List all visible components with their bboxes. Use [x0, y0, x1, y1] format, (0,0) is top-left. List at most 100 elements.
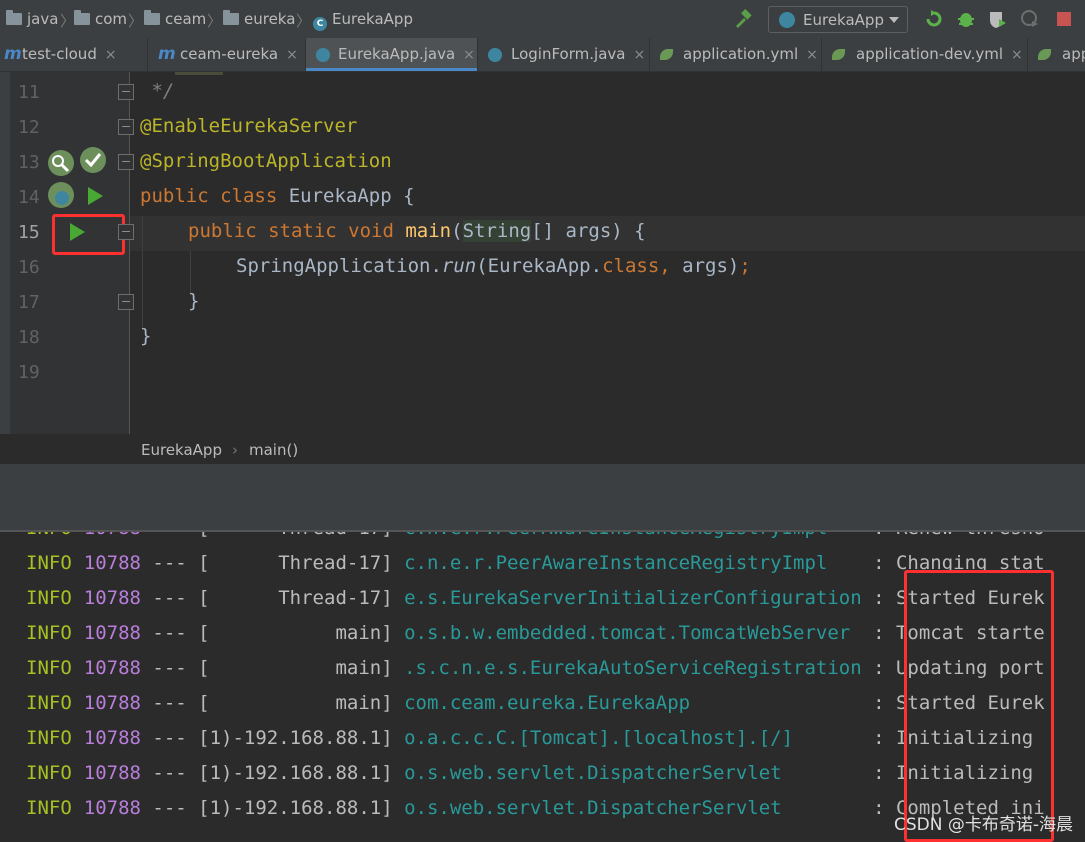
debug-bug-icon[interactable]	[956, 9, 976, 29]
breadcrumb-separator: ›	[232, 441, 238, 459]
close-icon[interactable]: ×	[286, 47, 298, 63]
close-icon[interactable]: ×	[105, 47, 117, 63]
code-line-16: SpringApplication.run(EurekaApp.class, a…	[236, 255, 751, 277]
fold-marker[interactable]	[118, 84, 134, 100]
code-line-14: public class EurekaApp {	[140, 185, 415, 207]
log-logger: c.n.e.r.PeerAwareInstanceRegistryImpl	[404, 532, 827, 539]
code-semicolon: ;	[739, 255, 751, 277]
close-icon[interactable]: ×	[1011, 47, 1023, 63]
indent-guide	[190, 251, 191, 293]
spring-bean-search-icon[interactable]	[48, 150, 74, 176]
fold-marker[interactable]	[118, 224, 134, 240]
coverage-shield-icon[interactable]	[988, 9, 1008, 29]
close-icon[interactable]: ×	[633, 47, 645, 63]
log-logger: o.a.c.c.C.[Tomcat].[localhost].[/]	[404, 727, 794, 749]
folder-icon	[74, 10, 90, 25]
log-pid: 10788	[83, 552, 141, 574]
log-space	[393, 797, 404, 819]
code-params: [] args) {	[531, 220, 646, 242]
log-separator: ---	[140, 797, 199, 819]
console-log-line: INFO 10788 --- [ main] com.ceam.eureka.Eu…	[26, 692, 1045, 714]
log-separator: ---	[140, 727, 199, 749]
breadcrumb-class[interactable]: EurekaApp	[141, 441, 222, 459]
log-separator: ---	[140, 587, 199, 609]
tab-label: EurekaApp.java	[338, 45, 456, 63]
breadcrumb-java[interactable]: java	[6, 0, 58, 38]
fold-marker[interactable]	[118, 154, 134, 170]
tab-test-cloud[interactable]: m test-cloud ×	[0, 38, 148, 71]
log-level: INFO	[26, 587, 72, 609]
console-log-line: INFO 10788 --- [1)-192.168.88.1] o.s.web.…	[26, 797, 1045, 819]
log-pid: 10788	[83, 797, 141, 819]
console-log-line: INFO 10788 --- [ Thread-17] e.s.EurekaSer…	[26, 587, 1045, 609]
class-icon: C	[313, 17, 327, 31]
spring-config-icon[interactable]	[80, 147, 106, 173]
log-thread: [ main]	[198, 657, 393, 679]
tab-application-dev-yml[interactable]: application-dev.yml ×	[822, 38, 1028, 71]
log-thread: [1)-192.168.88.1]	[198, 797, 393, 819]
rerun-icon[interactable]	[924, 9, 944, 29]
log-thread: [ Thread-17]	[198, 532, 392, 539]
indent-guide	[142, 216, 143, 328]
code-keyword: class	[602, 255, 660, 277]
close-icon[interactable]: ×	[463, 47, 475, 63]
log-thread: [ Thread-17]	[198, 587, 393, 609]
profiler-icon[interactable]	[1020, 9, 1040, 29]
log-logger: .s.c.n.e.s.EurekaAutoServiceRegistration	[404, 657, 862, 679]
log-thread: [ Thread-17]	[198, 552, 393, 574]
breadcrumb-eurekaapp[interactable]: C EurekaApp	[313, 0, 413, 38]
log-pid: 10788	[83, 762, 141, 784]
log-level: INFO	[26, 532, 72, 539]
breadcrumb-method[interactable]: main()	[249, 441, 298, 459]
breadcrumb-com[interactable]: com	[74, 0, 127, 38]
code-arg: args)	[682, 255, 740, 277]
breadcrumb-ceam[interactable]: ceam	[144, 0, 206, 38]
build-hammer-icon[interactable]	[733, 9, 753, 29]
spring-boot-class-icon[interactable]	[48, 182, 74, 208]
tab-app[interactable]: app	[1028, 38, 1085, 71]
log-space	[393, 692, 404, 714]
line-number: 19	[18, 362, 40, 383]
tab-loginform-java[interactable]: LoginForm.java ×	[478, 38, 650, 71]
tab-eurekaapp-java[interactable]: EurekaApp.java ×	[306, 38, 478, 71]
editor-breadcrumb: EurekaApp › main()	[0, 434, 1085, 464]
log-pid: 10788	[83, 692, 141, 714]
navigation-bar: java 〉 com 〉 ceam 〉 eureka 〉 C EurekaApp …	[0, 0, 1085, 39]
log-space	[393, 762, 404, 784]
console-log-line: INFO 10788 --- [ main] o.s.b.w.embedded.t…	[26, 622, 1045, 644]
tab-ceam-eureka[interactable]: m ceam-eureka ×	[148, 38, 306, 71]
log-level: INFO	[26, 622, 72, 644]
tab-label: ceam-eureka	[180, 45, 279, 63]
tab-label: application-dev.yml	[856, 45, 1004, 63]
line-number: 15	[18, 222, 40, 243]
log-pid: 10788	[83, 657, 141, 679]
fold-marker[interactable]	[118, 294, 134, 310]
tab-application-yml[interactable]: application.yml ×	[650, 38, 822, 71]
log-separator: ---	[141, 532, 198, 539]
line-number: 13	[18, 152, 40, 173]
log-space	[393, 657, 404, 679]
folder-icon	[6, 10, 22, 25]
code-line-15: public static void main(String[] args) {	[188, 220, 646, 242]
line-number: 11	[18, 82, 40, 103]
stop-icon[interactable]	[1054, 9, 1074, 29]
breadcrumb-separator: 〉	[60, 12, 76, 30]
log-space	[393, 727, 404, 749]
fold-marker[interactable]	[118, 119, 134, 135]
highlight-box	[904, 570, 1054, 842]
log-level: INFO	[26, 692, 72, 714]
breadcrumb-eureka[interactable]: eureka	[223, 0, 295, 38]
spring-leaf-icon	[832, 49, 845, 60]
highlight-box	[52, 214, 125, 255]
console-log-line: INFO 10788 --- [ main] .s.c.n.e.s.EurekaA…	[26, 657, 1045, 679]
console-log-line: INFO 10788 --- [1)-192.168.88.1] o.s.web.…	[26, 762, 1033, 784]
code-line-18: }	[140, 325, 152, 347]
tab-label: test-cloud	[22, 45, 97, 63]
run-class-icon[interactable]	[88, 187, 103, 205]
log-logger: e.s.EurekaServerInitializerConfiguration	[404, 587, 862, 609]
spring-leaf-icon	[660, 49, 673, 60]
line-number: 14	[18, 187, 40, 208]
log-pid: 10788	[83, 587, 141, 609]
run-configuration-select[interactable]: EurekaApp	[768, 6, 908, 33]
close-icon[interactable]: ×	[806, 47, 818, 63]
